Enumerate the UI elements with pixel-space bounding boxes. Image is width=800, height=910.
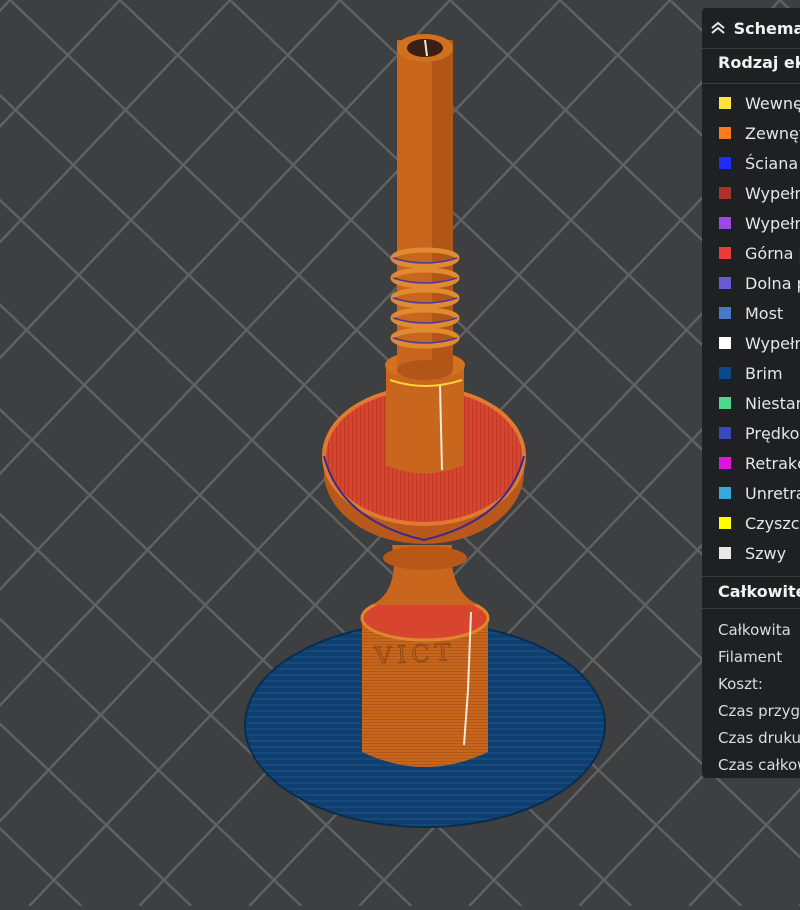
legend-swatch	[719, 457, 731, 469]
stat-row-cost: Koszt:	[718, 674, 763, 693]
embossed-text: VICT	[373, 638, 457, 670]
divider	[702, 83, 800, 84]
legend-item-brim[interactable]: Brim	[702, 358, 800, 388]
build-plate-scene: VICT	[0, 0, 800, 907]
legend-swatch	[719, 157, 731, 169]
legend-title: Schemat	[733, 18, 800, 38]
legend-item-retract[interactable]: Retrakcja	[702, 448, 800, 478]
stat-row-total: Całkowita	[718, 620, 791, 639]
legend-swatch	[719, 217, 731, 229]
legend-swatch	[719, 337, 731, 349]
legend-header: Schemat	[702, 8, 800, 49]
legend-swatch	[719, 427, 731, 439]
legend-item-outer-wall[interactable]: Zewnętrzna ściana	[702, 118, 800, 148]
legend-item-wipe[interactable]: Czyszczenie	[702, 508, 800, 538]
stat-row-prepare-time: Czas przygotowania	[718, 701, 800, 720]
stats-list: Całkowita Filament Koszt: Czas przygotow…	[702, 616, 800, 778]
legend-item-infill-sparse[interactable]: Wypełnienie	[702, 178, 800, 208]
legend-item-speed[interactable]: Prędkość	[702, 418, 800, 448]
upper-shaft	[386, 365, 464, 474]
divider	[702, 608, 800, 609]
feature-type-heading: Rodzaj ekstruzji	[718, 53, 800, 72]
legend-swatch	[719, 397, 731, 409]
legend-item-wall[interactable]: Ściana	[702, 148, 800, 178]
legend-item-unretract[interactable]: Unretrakcja	[702, 478, 800, 508]
legend-item-custom[interactable]: Niestandardowe	[702, 388, 800, 418]
legend-swatch	[719, 547, 731, 559]
legend-item-bridge[interactable]: Most	[702, 298, 800, 328]
collapse-button[interactable]	[702, 8, 734, 48]
legend-swatch	[719, 187, 731, 199]
stat-row-total-time: Czas całkowity	[718, 755, 800, 774]
legend-swatch	[719, 247, 731, 259]
feature-legend-list: Wewnętrzna ściana Zewnętrzna ściana Ścia…	[702, 88, 800, 568]
legend-item-infill-internal[interactable]: Wypełnienie	[702, 208, 800, 238]
legend-swatch	[719, 127, 731, 139]
legend-item-inner-wall[interactable]: Wewnętrzna ściana	[702, 88, 800, 118]
legend-item-bottom-surface[interactable]: Dolna powierzchnia	[702, 268, 800, 298]
total-heading: Całkowite	[718, 582, 800, 601]
legend-item-infill-gap[interactable]: Wypełnienie	[702, 328, 800, 358]
stat-row-print-time: Czas druku	[718, 728, 800, 747]
legend-swatch	[719, 277, 731, 289]
legend-panel: Schemat Rodzaj ekstruzji Wewnętrzna ścia…	[702, 8, 800, 778]
legend-swatch	[719, 367, 731, 379]
legend-swatch	[719, 307, 731, 319]
divider	[702, 576, 800, 577]
3d-viewport[interactable]: VICT	[0, 0, 800, 907]
legend-item-top-surface[interactable]: Górna powierzchnia	[702, 238, 800, 268]
legend-swatch	[719, 487, 731, 499]
legend-item-seams[interactable]: Szwy	[702, 538, 800, 568]
legend-swatch	[719, 517, 731, 529]
stat-row-filament: Filament	[718, 647, 783, 666]
double-chevron-up-icon	[711, 21, 725, 34]
legend-swatch	[719, 97, 731, 109]
